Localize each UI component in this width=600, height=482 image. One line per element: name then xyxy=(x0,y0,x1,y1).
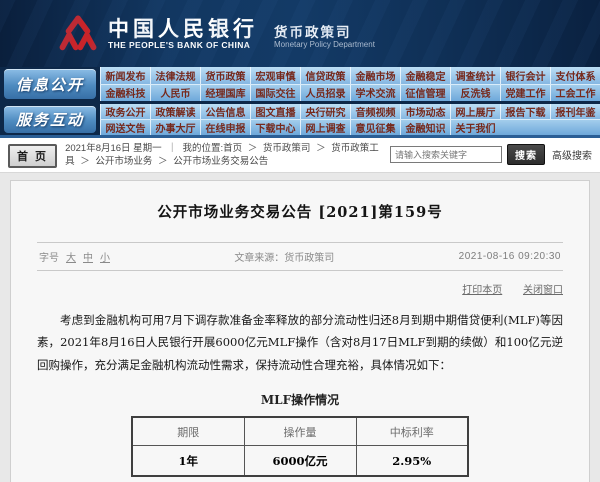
nav-row: 金融科技 人民币 经理国库 国际交往 人员招录 学术交流 征信管理 反洗钱 党建… xyxy=(100,84,600,102)
breadcrumb-bar: 首 页 2021年8月16日 星期一 ｜ 我的位置:首页 ＞ 货币政策司 ＞ 货… xyxy=(0,138,600,173)
nav-item[interactable]: 报告下载 xyxy=(500,104,550,119)
search-input[interactable] xyxy=(390,146,502,163)
breadcrumb-link[interactable]: 公开市场业务 xyxy=(95,156,152,167)
current-date: 2021年8月16日 星期一 xyxy=(65,143,162,154)
breadcrumb-separator: ＞ xyxy=(316,143,326,154)
nav-section-label-info[interactable]: 信息公开 xyxy=(4,69,96,99)
nav-item[interactable]: 音频视频 xyxy=(350,104,400,119)
breadcrumb-link[interactable]: 公开市场业务交易公告 xyxy=(173,156,268,167)
nav-item[interactable]: 意见征集 xyxy=(350,120,400,135)
nav-item[interactable]: 银行会计 xyxy=(500,67,550,84)
nav-item[interactable]: 经理国库 xyxy=(200,85,250,102)
nav-item[interactable]: 货币政策 xyxy=(200,67,250,84)
article-source: 文章来源：货币政策司 xyxy=(110,249,459,264)
nav-item[interactable]: 下载中心 xyxy=(250,120,300,135)
nav-section-services: 服务互动 政务公开 政策解读 公告信息 图文直播 央行研究 音频视频 市场动态 … xyxy=(0,101,600,135)
nav-section-info-disclosure: 信息公开 新闻发布 法律法规 货币政策 宏观审慎 信贷政策 金融市场 金融稳定 … xyxy=(0,67,600,101)
table-header-row: 期限 操作量 中标利率 xyxy=(132,417,468,445)
nav-item[interactable]: 金融稳定 xyxy=(400,67,450,84)
bank-name-en: THE PEOPLE'S BANK OF CHINA xyxy=(108,40,258,50)
table-title-mlf: MLF操作情况 xyxy=(37,391,563,408)
site-header: 中国人民银行 THE PEOPLE'S BANK OF CHINA 货币政策司 … xyxy=(0,0,600,67)
nav-item[interactable]: 国际交往 xyxy=(250,85,300,102)
department-block: 货币政策司 Monetary Policy Department xyxy=(274,19,375,49)
nav-item[interactable]: 关于我们 xyxy=(450,120,500,135)
nav-item[interactable]: 反洗钱 xyxy=(450,85,500,102)
nav-label-col: 服务互动 xyxy=(0,104,100,135)
nav-item[interactable]: 学术交流 xyxy=(350,85,400,102)
department-name-cn: 货币政策司 xyxy=(274,25,375,40)
nav-row: 网送文告 办事大厅 在线申报 下载中心 网上调查 意见征集 金融知识 关于我们 xyxy=(100,119,600,135)
close-window-link[interactable]: 关闭窗口 xyxy=(523,285,563,296)
nav-item[interactable]: 在线申报 xyxy=(200,120,250,135)
table-header-cell: 期限 xyxy=(132,417,244,445)
breadcrumb-separator: ＞ xyxy=(158,156,168,167)
bank-name-cn: 中国人民银行 xyxy=(108,18,258,40)
table-cell: 2.95% xyxy=(356,445,468,476)
article-body: 考虑到金融机构可用7月下调存款准备金率释放的部分流动性归还8月到期中期借贷便利(… xyxy=(37,309,563,376)
table-header-cell: 中标利率 xyxy=(356,417,468,445)
nav-item[interactable]: 宏观审慎 xyxy=(250,67,300,84)
search-area: 搜索 高级搜索 xyxy=(390,144,592,165)
breadcrumb-separator: ＞ xyxy=(80,156,90,167)
nav-item[interactable]: 工会工作 xyxy=(550,85,600,102)
main-navigation: 信息公开 新闻发布 法律法规 货币政策 宏观审慎 信贷政策 金融市场 金融稳定 … xyxy=(0,67,600,138)
table-header-cell: 操作量 xyxy=(244,417,356,445)
nav-item[interactable]: 央行研究 xyxy=(300,104,350,119)
nav-row: 政务公开 政策解读 公告信息 图文直播 央行研究 音频视频 市场动态 网上展厅 … xyxy=(100,104,600,119)
table-cell: 6000亿元 xyxy=(244,445,356,476)
nav-item[interactable]: 金融科技 xyxy=(100,85,150,102)
breadcrumb-location: 我的位置:首页 xyxy=(182,143,242,154)
breadcrumb-separator: ＞ xyxy=(248,143,258,154)
font-size-large[interactable]: 大 xyxy=(66,249,76,264)
page-title: 公开市场业务交易公告 [2021]第159号 xyxy=(37,201,563,222)
nav-section-label-services[interactable]: 服务互动 xyxy=(4,106,96,133)
pboc-logo-icon xyxy=(58,14,98,54)
advanced-search-link[interactable]: 高级搜索 xyxy=(552,147,592,162)
nav-item[interactable]: 人员招录 xyxy=(300,85,350,102)
nav-item[interactable]: 征信管理 xyxy=(400,85,450,102)
nav-row: 新闻发布 法律法规 货币政策 宏观审慎 信贷政策 金融市场 金融稳定 调查统计 … xyxy=(100,67,600,84)
nav-item[interactable]: 新闻发布 xyxy=(100,67,150,84)
article-meta: 字号 大 中 小 文章来源：货币政策司 2021-08-16 09:20:30 xyxy=(37,242,563,271)
nav-item[interactable]: 调查统计 xyxy=(450,67,500,84)
nav-item[interactable]: 网上调查 xyxy=(300,120,350,135)
nav-item[interactable]: 信贷政策 xyxy=(300,67,350,84)
nav-item[interactable]: 人民币 xyxy=(150,85,200,102)
table-cell: 1年 xyxy=(132,445,244,476)
mlf-operations-table: 期限 操作量 中标利率 1年 6000亿元 2.95% xyxy=(131,416,469,477)
search-button[interactable]: 搜索 xyxy=(507,144,545,165)
pipe-separator: ｜ xyxy=(167,143,177,154)
content-area: 公开市场业务交易公告 [2021]第159号 字号 大 中 小 文章来源：货币政… xyxy=(0,173,600,482)
font-size-medium[interactable]: 中 xyxy=(83,249,93,264)
breadcrumb-link[interactable]: 货币政策司 xyxy=(263,143,311,154)
nav-item[interactable]: 办事大厅 xyxy=(150,120,200,135)
department-name-en: Monetary Policy Department xyxy=(274,40,375,49)
nav-item[interactable]: 政务公开 xyxy=(100,104,150,119)
nav-item[interactable]: 图文直播 xyxy=(250,104,300,119)
breadcrumb: 2021年8月16日 星期一 ｜ 我的位置:首页 ＞ 货币政策司 ＞ 货币政策工… xyxy=(65,143,384,168)
nav-item[interactable]: 支付体系 xyxy=(550,67,600,84)
nav-label-col: 信息公开 xyxy=(0,67,100,101)
article-panel: 公开市场业务交易公告 [2021]第159号 字号 大 中 小 文章来源：货币政… xyxy=(10,180,590,482)
nav-item[interactable]: 公告信息 xyxy=(200,104,250,119)
print-page-link[interactable]: 打印本页 xyxy=(462,285,502,296)
nav-item[interactable]: 政策解读 xyxy=(150,104,200,119)
home-button[interactable]: 首 页 xyxy=(8,144,57,168)
table-row: 1年 6000亿元 2.95% xyxy=(132,445,468,476)
nav-item[interactable]: 党建工作 xyxy=(500,85,550,102)
font-size-label: 字号 xyxy=(39,249,59,264)
nav-item[interactable]: 报刊年鉴 xyxy=(550,104,600,119)
article-datetime: 2021-08-16 09:20:30 xyxy=(459,251,561,262)
nav-item[interactable]: 市场动态 xyxy=(400,104,450,119)
nav-item[interactable]: 法律法规 xyxy=(150,67,200,84)
nav-item[interactable]: 网上展厅 xyxy=(450,104,500,119)
nav-item[interactable]: 金融市场 xyxy=(350,67,400,84)
nav-item[interactable]: 网送文告 xyxy=(100,120,150,135)
nav-item[interactable]: 金融知识 xyxy=(400,120,450,135)
font-size-small[interactable]: 小 xyxy=(100,249,110,264)
article-actions: 打印本页 关闭窗口 xyxy=(37,281,563,296)
bank-name-block: 中国人民银行 THE PEOPLE'S BANK OF CHINA xyxy=(108,18,258,50)
